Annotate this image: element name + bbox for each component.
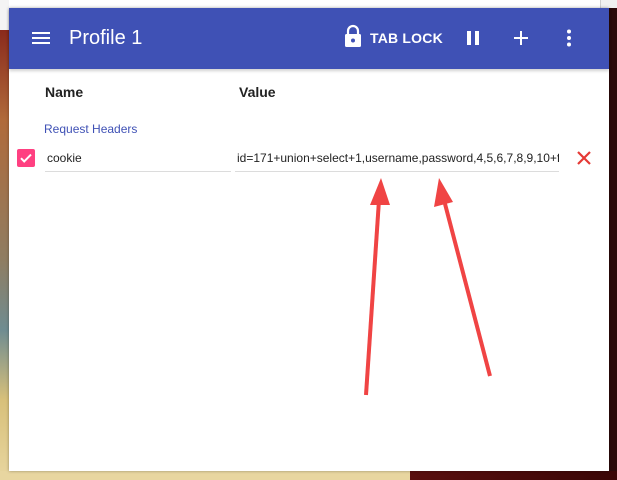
tab-lock-button[interactable]: TAB LOCK: [343, 24, 443, 53]
value-column-header: Value: [239, 84, 276, 100]
tab-lock-label: TAB LOCK: [370, 30, 443, 46]
extension-popup: Profile 1 TAB LOCK Name Value Request He…: [9, 8, 609, 471]
background-bottom-strip: [0, 471, 617, 480]
vertical-dots-icon[interactable]: [557, 26, 581, 50]
background-scrollbar-corner: [600, 0, 617, 8]
header-name-field[interactable]: cookie: [45, 146, 231, 172]
checkmark-icon: [20, 153, 32, 163]
profile-title[interactable]: Profile 1: [69, 26, 142, 50]
header-value-field[interactable]: id=171+union+select+1,username,password,…: [235, 146, 559, 172]
background-left-strip: [0, 0, 9, 480]
name-column-header: Name: [45, 84, 84, 100]
hamburger-menu-icon[interactable]: [29, 26, 53, 50]
plus-icon[interactable]: [509, 26, 533, 50]
header-row: cookie id=171+union+select+1,username,pa…: [9, 146, 609, 176]
request-headers-label: Request Headers: [44, 122, 138, 136]
toolbar: Profile 1 TAB LOCK: [9, 8, 609, 69]
background-right-strip: [609, 0, 617, 480]
lock-icon: [343, 24, 363, 53]
pause-icon[interactable]: [461, 26, 485, 50]
header-enabled-checkbox[interactable]: [17, 149, 35, 167]
delete-header-icon[interactable]: [575, 149, 593, 167]
